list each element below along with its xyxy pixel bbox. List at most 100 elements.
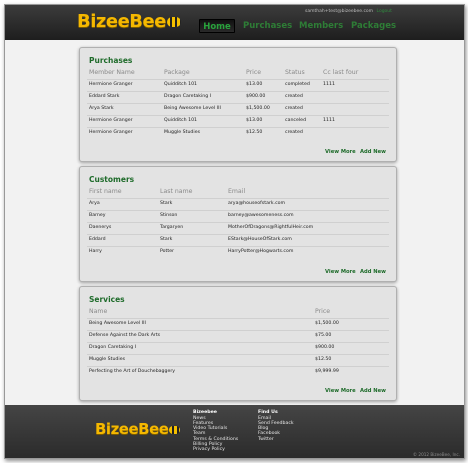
footer-logo[interactable]: BizeeBee: [95, 420, 181, 438]
table-row[interactable]: Hermione Granger Quidditch 101 $13.00 ca…: [80, 115, 396, 127]
row-divider: [87, 198, 389, 199]
cell-package: Quidditch 101: [164, 118, 198, 123]
cell-package: Being Awesome Level III: [164, 106, 221, 111]
table-row[interactable]: Being Awesome Level III $1,500.00: [80, 318, 396, 330]
cell-cc: 1111: [323, 82, 335, 87]
cell-email: HarryPotter@Hogwarts.com: [228, 249, 294, 254]
cell-last-name: Targaryen: [160, 225, 184, 230]
row-divider: [87, 330, 389, 331]
col-status: Status: [285, 69, 305, 76]
cell-status: canceled: [285, 118, 307, 123]
card-title: Purchases: [89, 56, 133, 65]
cell-service-price: $900.00: [315, 345, 335, 350]
logo-text: BizeeBee: [77, 11, 166, 32]
table-row[interactable]: Arya Stark Being Awesome Level III $1,50…: [80, 103, 396, 115]
view-more-link[interactable]: View More: [325, 388, 356, 394]
services-card: Services Name Price Being Awesome Level …: [79, 286, 397, 401]
col-cc-last-four: Cc last four: [323, 69, 359, 76]
view-more-link[interactable]: View More: [325, 269, 356, 275]
cell-service-name: Dragon Caretaking I: [89, 345, 137, 350]
table-row[interactable]: Arya Stark arya@houseofstark.com: [80, 198, 396, 210]
table-row[interactable]: Eddard Stark EStark@HouseOfStark.com: [80, 234, 396, 246]
footer-link-privacy-policy[interactable]: Privacy Policy: [193, 447, 238, 452]
col-email: Email: [228, 188, 246, 195]
cell-price: $1,500.00: [246, 106, 270, 111]
card-title: Customers: [89, 175, 135, 184]
row-divider: [87, 91, 389, 92]
table-row[interactable]: Eddard Stark Dragon Caretaking I $900.00…: [80, 91, 396, 103]
cell-service-price: $75.00: [315, 333, 332, 338]
logo[interactable]: BizeeBee: [77, 11, 181, 32]
table-row[interactable]: Perfecting the Art of Douchebaggery $9,9…: [80, 366, 396, 378]
row-divider: [87, 79, 389, 80]
col-member-name: Member Name: [89, 69, 135, 76]
cell-last-name: Potter: [160, 249, 175, 254]
app-window: BizeeBee samthah+test@bizeebee.com Logou…: [4, 4, 465, 459]
table-row[interactable]: Daenerys Targaryen MotherOfDragons@Right…: [80, 222, 396, 234]
table-row[interactable]: Defense Against the Dark Arts $75.00: [80, 330, 396, 342]
row-divider: [87, 342, 389, 343]
logout-link[interactable]: Logout: [377, 9, 392, 14]
row-divider: [87, 127, 389, 128]
table-row[interactable]: Hermione Granger Quidditch 101 $13.00 co…: [80, 79, 396, 91]
cell-service-price: $9,999.99: [315, 369, 339, 374]
cell-last-name: Stark: [160, 201, 173, 206]
table-row[interactable]: Harry Potter HarryPotter@Hogwarts.com: [80, 246, 396, 258]
col-service-price: Price: [315, 308, 331, 315]
cell-last-name: Stinson: [160, 213, 178, 218]
cell-status: created: [285, 94, 303, 99]
add-new-link[interactable]: Add New: [360, 269, 386, 275]
cell-email: MotherOfDragons@RightfulHeir.com: [228, 225, 314, 230]
cell-service-name: Perfecting the Art of Douchebaggery: [89, 369, 176, 374]
top-header: BizeeBee samthah+test@bizeebee.com Logou…: [5, 5, 464, 40]
footer: BizeeBee Bizeebee News Features Video Tu…: [5, 405, 464, 458]
purchases-card: Purchases Member Name Package Price Stat…: [79, 47, 397, 162]
table-row[interactable]: Barney Stinson barney@awesomeness.com: [80, 210, 396, 222]
nav-home[interactable]: Home: [199, 19, 235, 33]
cell-first-name: Arya: [89, 201, 100, 206]
nav-packages[interactable]: Packages: [351, 19, 396, 33]
cell-package: Quidditch 101: [164, 82, 198, 87]
cell-service-name: Muggle Studies: [89, 357, 126, 362]
add-new-link[interactable]: Add New: [360, 149, 386, 155]
add-new-link[interactable]: Add New: [360, 388, 386, 394]
cell-first-name: Barney: [89, 213, 106, 218]
cell-email: arya@houseofstark.com: [228, 201, 286, 206]
col-package: Package: [164, 69, 190, 76]
row-divider: [87, 210, 389, 211]
cell-package: Muggle Studies: [164, 130, 201, 135]
view-more-link[interactable]: View More: [325, 149, 356, 155]
bee-icon: [169, 426, 181, 434]
row-divider: [87, 366, 389, 367]
copyright-text: © 2012 BizeeBee, Inc.: [412, 452, 460, 457]
col-price: Price: [246, 69, 262, 76]
col-first-name: First name: [89, 188, 122, 195]
cell-member: Arya Stark: [89, 106, 114, 111]
table-row[interactable]: Dragon Caretaking I $900.00: [80, 342, 396, 354]
cell-first-name: Eddard: [89, 237, 106, 242]
cell-cc: 1111: [323, 118, 335, 123]
cell-member: Eddard Stark: [89, 94, 120, 99]
nav-purchases[interactable]: Purchases: [243, 19, 292, 33]
user-info: samthah+test@bizeebee.com Logout: [305, 9, 392, 14]
row-divider: [87, 115, 389, 116]
cell-price: $12.50: [246, 130, 263, 135]
card-title: Services: [89, 295, 125, 304]
footer-link-twitter[interactable]: Twitter: [258, 437, 294, 442]
cell-price: $900.00: [246, 94, 266, 99]
row-divider: [87, 318, 389, 319]
table-row[interactable]: Hermione Granger Muggle Studies $12.50 c…: [80, 127, 396, 139]
cell-last-name: Stark: [160, 237, 173, 242]
footer-col-bizeebee: Bizeebee News Features Video Tutorials T…: [193, 410, 238, 453]
cell-status: completed: [285, 82, 310, 87]
table-row[interactable]: Muggle Studies $12.50: [80, 354, 396, 366]
row-divider: [87, 246, 389, 247]
customers-card: Customers First name Last name Email Ary…: [79, 166, 397, 282]
cell-member: Hermione Granger: [89, 130, 133, 135]
bee-icon: [166, 17, 181, 27]
nav-members[interactable]: Members: [299, 19, 343, 33]
row-divider: [87, 234, 389, 235]
footer-col-find-us: Find Us Email Send Feedback Blog Faceboo…: [258, 410, 294, 442]
user-email: samthah+test@bizeebee.com: [305, 9, 374, 14]
cell-email: barney@awesomeness.com: [228, 213, 294, 218]
